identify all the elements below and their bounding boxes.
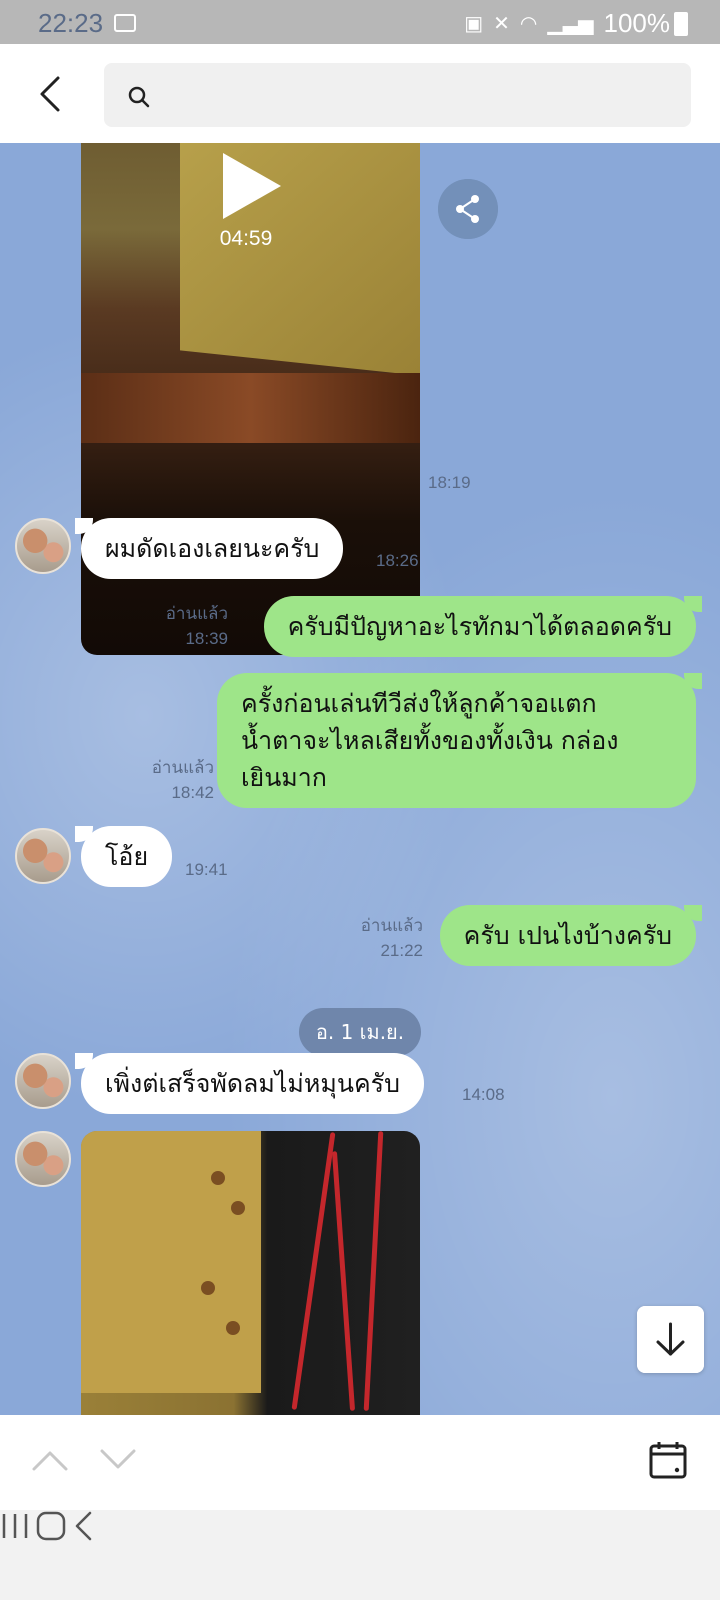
avatar[interactable] xyxy=(15,518,71,574)
recents-icon[interactable] xyxy=(0,1510,30,1542)
read-receipt: อ่านแล้ว 18:39 xyxy=(165,604,228,648)
status-icons: ▣ ✕ ◠ ▁▃▅ 100% xyxy=(464,8,670,39)
chat-area: 04:59 18:19 ผมดัดเองเลยนะครับ 18:26 อ่าน… xyxy=(0,143,720,1415)
message-time: 18:26 xyxy=(376,551,419,570)
outgoing-message[interactable]: ครับมีปัญหาอะไรทักมาได้ตลอดครับ xyxy=(263,596,703,657)
status-bar: 22:23 ▣ ✕ ◠ ▁▃▅ 100% xyxy=(0,0,720,44)
video-duration: 04:59 xyxy=(219,227,273,250)
system-navigation-bar xyxy=(0,1510,720,1600)
outgoing-message[interactable]: ครับ เปนไงบ้างครับ xyxy=(439,905,703,966)
back-arrow-icon[interactable] xyxy=(30,72,70,116)
incoming-message[interactable]: ผมดัดเองเลยนะครับ xyxy=(74,518,344,579)
message-time: 18:19 xyxy=(428,473,471,492)
search-header xyxy=(0,44,720,143)
search-input[interactable] xyxy=(104,63,691,127)
chevron-down-icon[interactable] xyxy=(98,1443,138,1475)
home-icon[interactable] xyxy=(35,1510,67,1542)
date-separator: อ. 1 เม.ย. xyxy=(299,1008,421,1056)
read-receipt: อ่านแล้ว 18:42 xyxy=(151,758,214,802)
mute-icon: ✕ xyxy=(493,13,510,35)
search-result-navigation xyxy=(0,1415,720,1510)
outgoing-message[interactable]: ครั้งก่อนเล่นทีวีส่งให้ลูกค้าจอแตก น้ำตา… xyxy=(217,673,702,808)
message-time: 14:08 xyxy=(462,1085,505,1104)
gallery-notification-icon xyxy=(114,14,136,32)
status-time: 22:23 xyxy=(38,8,104,38)
wifi-icon: ◠ xyxy=(519,13,538,35)
avatar[interactable] xyxy=(15,1131,71,1187)
incoming-message[interactable]: เพิ่งต่เสร็จพัดลมไม่หมุนครับ xyxy=(75,1053,424,1114)
video-thumbnail xyxy=(81,1131,261,1393)
scroll-down-arrow-icon[interactable] xyxy=(637,1306,704,1373)
avatar[interactable] xyxy=(15,1053,71,1109)
share-icon[interactable] xyxy=(438,179,498,239)
read-receipt: อ่านแล้ว 21:22 xyxy=(360,916,423,960)
play-icon[interactable] xyxy=(223,153,281,219)
signal-icon: ▁▃▅ xyxy=(547,13,594,35)
message-time: 19:41 xyxy=(185,860,228,879)
system-back-icon[interactable] xyxy=(72,1510,96,1542)
avatar[interactable] xyxy=(15,828,71,884)
incoming-message[interactable]: โอ้ย xyxy=(74,826,173,887)
video-message[interactable] xyxy=(81,1131,420,1415)
calendar-icon[interactable] xyxy=(648,1440,688,1480)
chevron-up-icon[interactable] xyxy=(30,1443,70,1475)
lock-icon: ▣ xyxy=(464,13,484,35)
battery-icon xyxy=(674,12,688,36)
search-icon xyxy=(128,86,150,108)
battery-percent: 100% xyxy=(603,8,671,38)
